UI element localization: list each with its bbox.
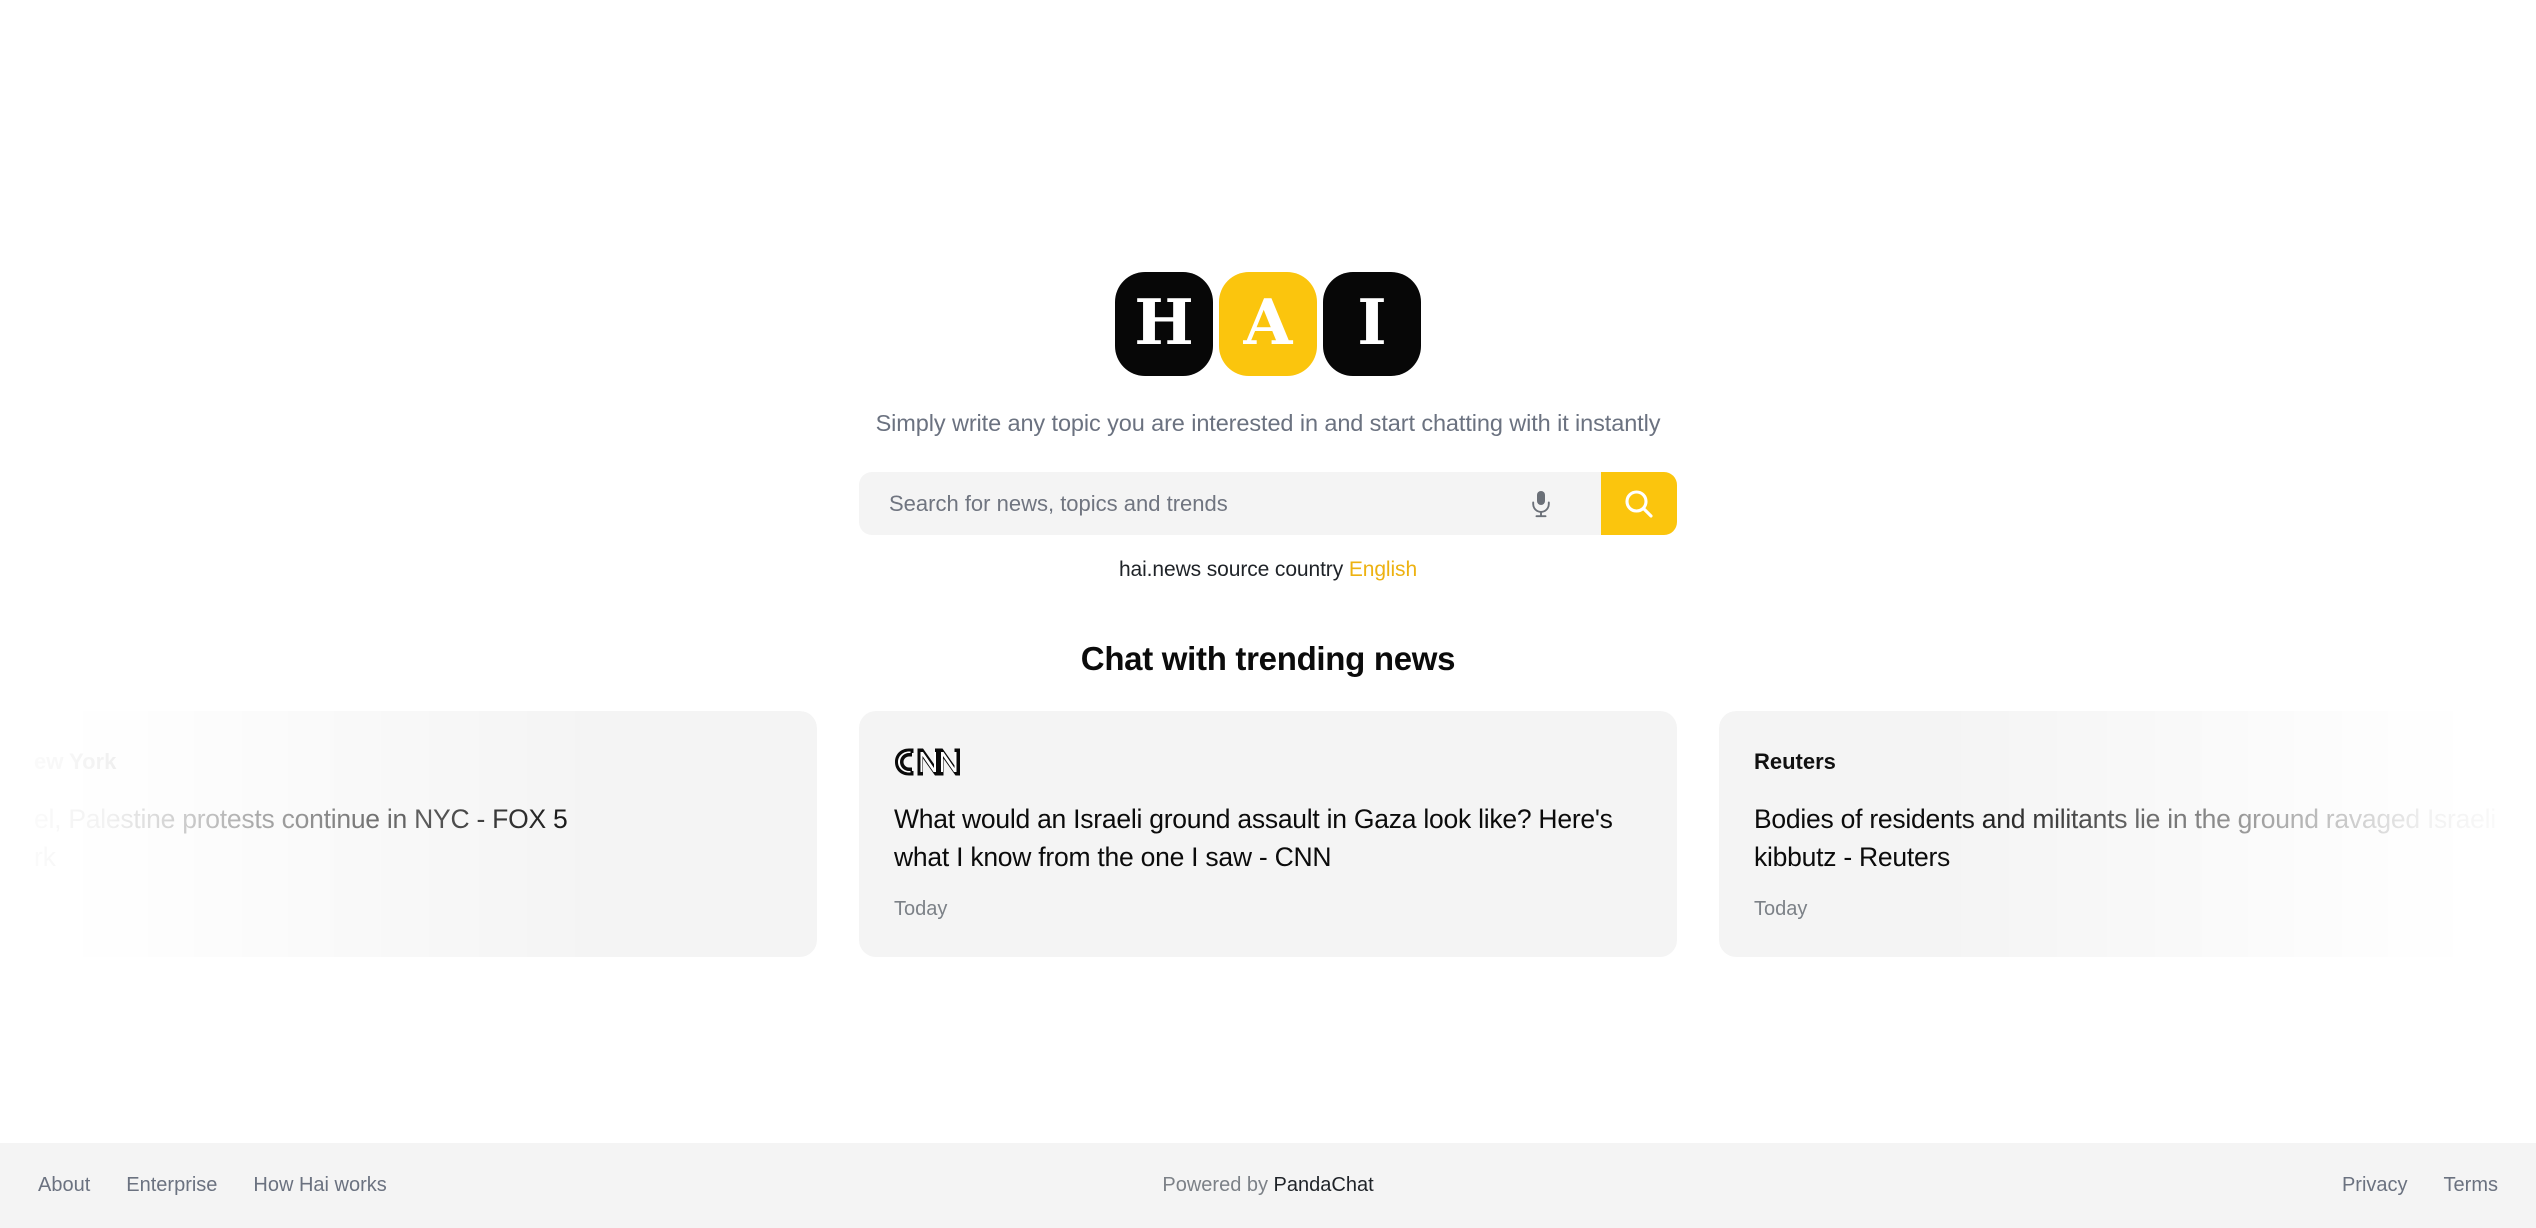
logo-tile-i: I xyxy=(1323,272,1421,376)
trending-heading: Chat with trending news xyxy=(1080,640,1456,677)
footer-link-about[interactable]: About xyxy=(38,1174,90,1197)
search-icon xyxy=(1625,489,1653,518)
card-source-logo xyxy=(894,745,1642,779)
search-field[interactable] xyxy=(859,472,1601,535)
footer-right-links: Privacy Terms xyxy=(1374,1174,2498,1197)
powered-by-prefix: Powered by xyxy=(1162,1174,1274,1196)
footer-link-privacy[interactable]: Privacy xyxy=(2342,1174,2408,1197)
microphone-icon[interactable] xyxy=(1521,484,1561,524)
card-source-name: Reuters xyxy=(1754,749,1836,774)
card-headline: Bodies of residents and militants lie in… xyxy=(1754,804,2496,872)
trending-card-reuters[interactable]: Reuters Bodies of residents and militant… xyxy=(1719,711,2536,957)
logo-tile-h: H xyxy=(1115,272,1213,376)
card-date: Today xyxy=(894,898,948,921)
trending-card-fox[interactable]: ew York el, Palestine protests continue … xyxy=(0,711,817,957)
trending-carousel: ew York el, Palestine protests continue … xyxy=(0,711,2536,957)
footer-link-terms[interactable]: Terms xyxy=(2444,1174,2498,1197)
search-input[interactable] xyxy=(889,490,1521,517)
source-country-language[interactable]: English xyxy=(1349,558,1417,581)
footer-link-enterprise[interactable]: Enterprise xyxy=(126,1174,217,1197)
footer-left-links: About Enterprise How Hai works xyxy=(38,1174,1162,1197)
cnn-logo-icon xyxy=(895,748,960,776)
hero-subtitle: Simply write any topic you are intereste… xyxy=(875,410,1661,436)
page-footer: About Enterprise How Hai works Powered b… xyxy=(0,1143,2536,1228)
main-stage: H A I Simply write any topic you are int… xyxy=(0,0,2536,1143)
search-button[interactable] xyxy=(1601,472,1677,535)
card-date: Today xyxy=(1754,898,1808,921)
hai-logo[interactable]: H A I xyxy=(1115,272,1421,380)
search-bar xyxy=(859,472,1677,535)
source-country-label: hai.news source country xyxy=(1118,558,1344,581)
powered-by-brand[interactable]: PandaChat xyxy=(1274,1174,1374,1196)
powered-by: Powered by PandaChat xyxy=(1162,1174,1373,1197)
trending-card-cnn[interactable]: What would an Israeli ground assault in … xyxy=(859,711,1677,957)
source-country-line: hai.news source country English xyxy=(1119,558,1417,582)
card-headline: What would an Israeli ground assault in … xyxy=(894,804,1613,872)
logo-tile-a: A xyxy=(1219,272,1317,376)
card-headline: el, Palestine protests continue in NYC -… xyxy=(34,804,568,872)
card-source-name: ew York xyxy=(34,749,117,774)
footer-link-how-hai-works[interactable]: How Hai works xyxy=(253,1174,386,1197)
